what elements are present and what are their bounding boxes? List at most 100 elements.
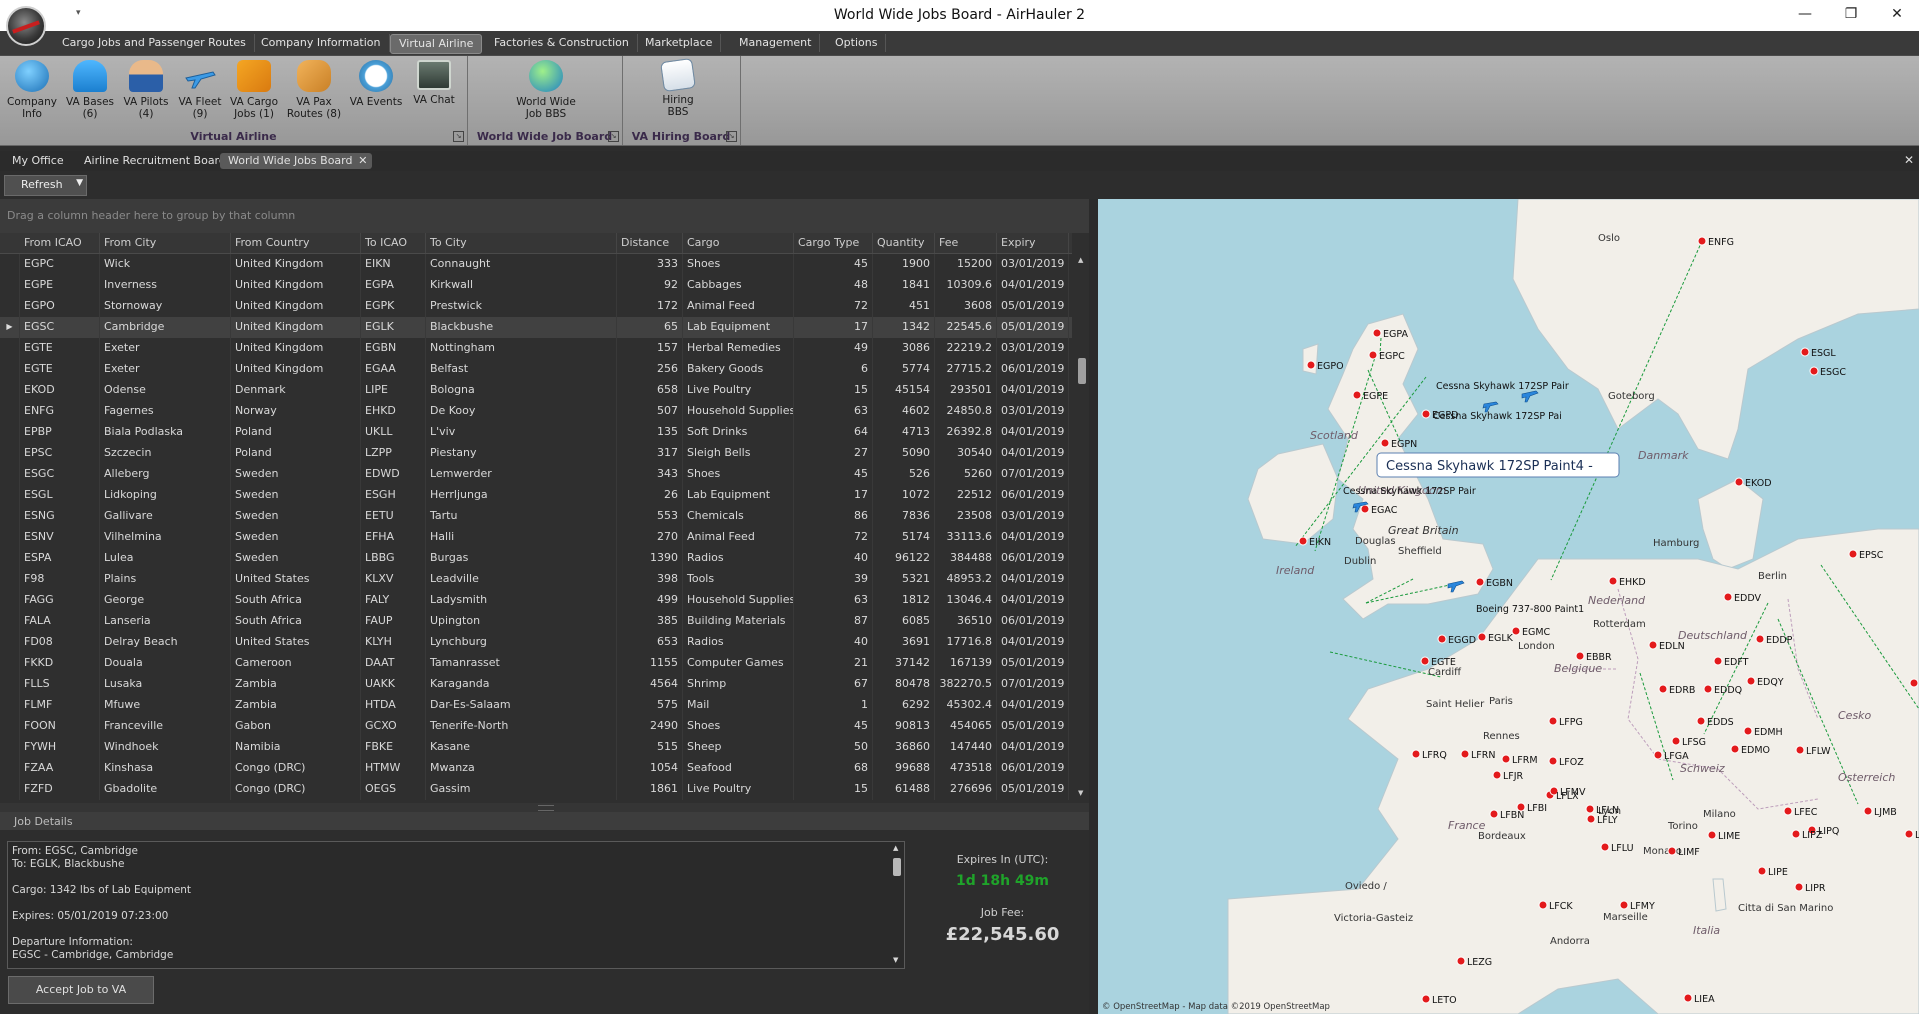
table-row[interactable]: ESPA Lulea Sweden LBBG Burgas 1390 Radios 40 961… bbox=[0, 548, 1072, 569]
airport-marker[interactable] bbox=[1658, 684, 1668, 694]
airport-marker[interactable] bbox=[1298, 536, 1308, 546]
table-row[interactable]: EGPE Inverness United Kingdom EGPA Kirkwall 9… bbox=[0, 275, 1072, 296]
airport-marker[interactable] bbox=[1648, 640, 1658, 650]
airport-marker[interactable] bbox=[1783, 806, 1793, 816]
airport-marker[interactable] bbox=[1575, 651, 1585, 661]
table-row[interactable]: EGPC Wick United Kingdom EIKN Connaught 333 Sh… bbox=[0, 254, 1072, 275]
table-row[interactable]: F98 Plains United States KLXV Leadville 398 To… bbox=[0, 569, 1072, 590]
airport-marker[interactable] bbox=[1713, 656, 1723, 666]
airport-marker[interactable] bbox=[1848, 549, 1858, 559]
airport-marker[interactable] bbox=[1456, 956, 1466, 966]
column-header[interactable]: From City bbox=[100, 233, 231, 253]
tab-my-office[interactable]: My Office bbox=[4, 153, 72, 169]
company-info-button[interactable]: Company Info bbox=[4, 60, 60, 120]
table-row[interactable]: FKKD Douala Cameroon DAAT Tamanrasset 1155 Com… bbox=[0, 653, 1072, 674]
tab-management[interactable]: Management bbox=[731, 34, 821, 52]
va-events-button[interactable]: VA Events bbox=[348, 60, 404, 108]
airport-marker[interactable] bbox=[1608, 576, 1618, 586]
job-details-text[interactable]: From: EGSC, Cambridge To: EGLK, Blackbush… bbox=[7, 841, 905, 969]
scroll-up-icon[interactable]: ▲ bbox=[1078, 256, 1083, 264]
airport-marker[interactable] bbox=[1653, 750, 1663, 760]
close-tab-icon[interactable]: ✕ bbox=[358, 153, 367, 169]
airport-marker[interactable] bbox=[1791, 829, 1801, 839]
table-row[interactable]: ENFG Fagernes Norway EHKD De Kooy 507 Househol… bbox=[0, 401, 1072, 422]
world-wide-job-bbs-button[interactable]: World Wide Job BBS bbox=[511, 60, 581, 120]
airport-marker[interactable] bbox=[1730, 744, 1740, 754]
table-row[interactable]: EKOD Odense Denmark LIPE Bologna 658 Live Poul… bbox=[0, 380, 1072, 401]
column-header[interactable]: Cargo Type bbox=[794, 233, 873, 253]
va-cargo-jobs-button[interactable]: VA Cargo Jobs (1) bbox=[226, 60, 282, 120]
airport-marker[interactable] bbox=[1360, 504, 1370, 514]
refresh-button[interactable]: Refresh ▼ bbox=[4, 175, 87, 196]
table-row[interactable]: FLMF Mfuwe Zambia HTDA Dar-Es-Salaam 575 Mail 1… bbox=[0, 695, 1072, 716]
airport-marker[interactable] bbox=[1437, 634, 1447, 644]
airport-marker[interactable] bbox=[1904, 829, 1914, 839]
airport-marker[interactable] bbox=[1909, 678, 1919, 688]
scroll-thumb[interactable] bbox=[1078, 358, 1086, 384]
airport-marker[interactable] bbox=[1757, 866, 1767, 876]
table-row[interactable]: ESGL Lidkoping Sweden ESGH Herrljunga 26 Lab E… bbox=[0, 485, 1072, 506]
column-header[interactable]: To City bbox=[426, 233, 617, 253]
column-header[interactable]: Fee bbox=[935, 233, 997, 253]
airport-marker[interactable] bbox=[1743, 726, 1753, 736]
grid-scrollbar[interactable]: ▲ ▼ bbox=[1077, 254, 1087, 799]
airport-marker[interactable] bbox=[1372, 328, 1382, 338]
airport-marker[interactable] bbox=[1420, 656, 1430, 666]
airport-marker[interactable] bbox=[1863, 806, 1873, 816]
airport-marker[interactable] bbox=[1501, 754, 1511, 764]
vertical-splitter[interactable] bbox=[1089, 199, 1098, 1014]
va-pilots-button[interactable]: VA Pilots (4) bbox=[118, 60, 174, 120]
airport-marker[interactable] bbox=[1683, 993, 1693, 1003]
airport-marker[interactable] bbox=[1411, 749, 1421, 759]
group-launcher-icon[interactable]: ↘ bbox=[726, 131, 737, 142]
va-chat-button[interactable]: VA Chat bbox=[406, 60, 462, 106]
table-row[interactable]: FZAA Kinshasa Congo (DRC) HTMW Mwanza 1054 Sea… bbox=[0, 758, 1072, 779]
va-pax-routes-button[interactable]: VA Pax Routes (8) bbox=[286, 60, 342, 120]
tab-factories-construction[interactable]: Factories & Construction bbox=[486, 34, 638, 52]
airport-marker[interactable] bbox=[1667, 846, 1677, 856]
table-row[interactable]: ESGC Alleberg Sweden EDWD Lemwerder 343 Shoes 4… bbox=[0, 464, 1072, 485]
airport-marker[interactable] bbox=[1380, 438, 1390, 448]
table-row[interactable]: EGTE Exeter United Kingdom EGBN Nottingham 15… bbox=[0, 338, 1072, 359]
tab-marketplace[interactable]: Marketplace bbox=[637, 34, 722, 52]
airport-marker[interactable] bbox=[1475, 577, 1485, 587]
tab-options[interactable]: Options bbox=[827, 34, 887, 52]
column-header[interactable]: To ICAO bbox=[361, 233, 426, 253]
minimize-button[interactable]: — bbox=[1782, 0, 1828, 31]
airport-marker[interactable] bbox=[1306, 360, 1316, 370]
airport-marker[interactable] bbox=[1460, 749, 1470, 759]
table-row[interactable]: FOON Franceville Gabon GCXO Tenerife-North 24… bbox=[0, 716, 1072, 737]
airport-marker[interactable] bbox=[1619, 900, 1629, 910]
airport-marker[interactable] bbox=[1696, 716, 1706, 726]
group-launcher-icon[interactable]: ↘ bbox=[453, 131, 464, 142]
airport-marker[interactable] bbox=[1585, 804, 1595, 814]
panel-splitter[interactable] bbox=[0, 803, 1089, 812]
airport-marker[interactable] bbox=[1548, 756, 1558, 766]
airport-marker[interactable] bbox=[1477, 632, 1487, 642]
chevron-down-icon[interactable]: ▼ bbox=[76, 178, 83, 188]
quick-access-dropdown-icon[interactable]: ▾ bbox=[76, 8, 81, 18]
va-fleet-button[interactable]: VA Fleet (9) bbox=[172, 60, 228, 120]
hiring-bbs-button[interactable]: Hiring BBS bbox=[650, 57, 706, 118]
va-bases-button[interactable]: VA Bases (6) bbox=[62, 60, 118, 120]
airport-marker[interactable] bbox=[1548, 716, 1558, 726]
table-row[interactable]: ESNG Gallivare Sweden EETU Tartu 553 Chemicals… bbox=[0, 506, 1072, 527]
airport-marker[interactable] bbox=[1671, 736, 1681, 746]
table-row[interactable]: FLLS Lusaka Zambia UAKK Karaganda 4564 Shrimp 6… bbox=[0, 674, 1072, 695]
airport-marker[interactable] bbox=[1755, 634, 1765, 644]
map-canvas[interactable]: Danmark United Kingdom Great Britain Ire… bbox=[1098, 199, 1919, 1014]
tab-cargo-jobs[interactable]: Cargo Jobs and Passenger Routes bbox=[54, 34, 255, 52]
group-by-panel[interactable]: Drag a column header here to group by th… bbox=[0, 199, 1089, 233]
tab-airline-recruitment-board[interactable]: Airline Recruitment Board bbox=[76, 153, 234, 169]
airport-marker[interactable] bbox=[1489, 809, 1499, 819]
scroll-up-icon[interactable]: ▲ bbox=[893, 844, 898, 852]
jobs-map[interactable]: Danmark United Kingdom Great Britain Ire… bbox=[1098, 199, 1919, 1014]
app-logo-icon[interactable] bbox=[6, 6, 46, 46]
airport-marker[interactable] bbox=[1723, 592, 1733, 602]
column-header[interactable]: Cargo bbox=[683, 233, 794, 253]
maximize-button[interactable]: ❐ bbox=[1828, 0, 1874, 31]
table-row[interactable]: EPSC Szczecin Poland LZPP Piestany 317 Sleigh … bbox=[0, 443, 1072, 464]
table-row[interactable]: FD08 Delray Beach United States KLYH Lynchbu… bbox=[0, 632, 1072, 653]
airport-marker[interactable] bbox=[1703, 684, 1713, 694]
airport-marker[interactable] bbox=[1586, 814, 1596, 824]
